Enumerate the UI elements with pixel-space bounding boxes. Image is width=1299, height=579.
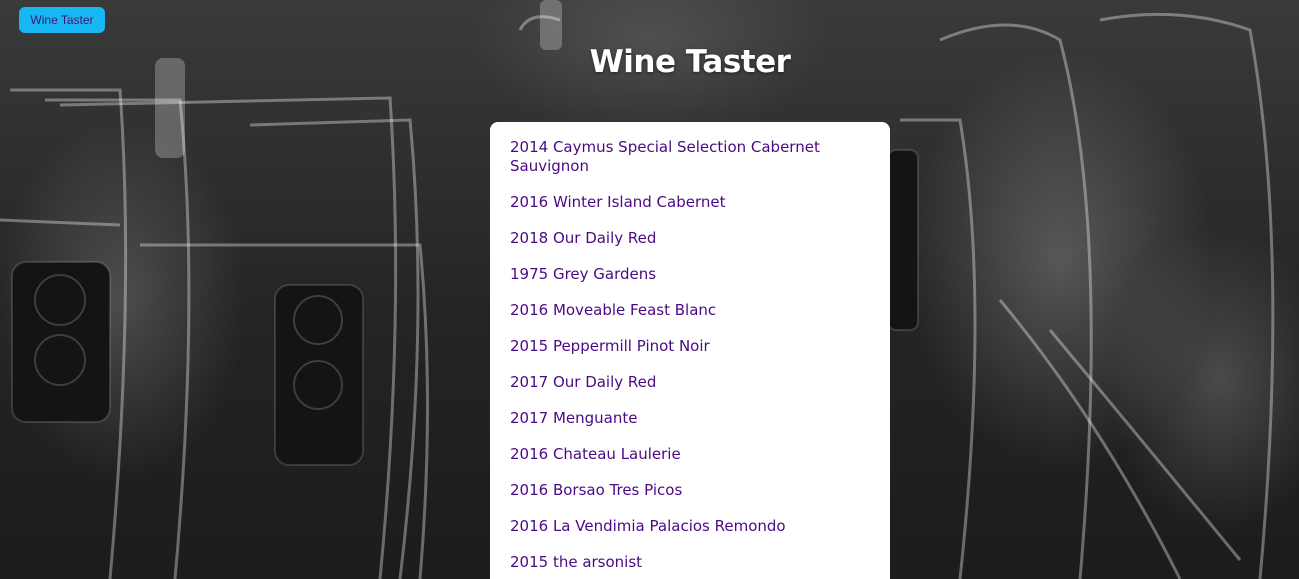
wine-list-card: 2014 Caymus Special Selection Cabernet S… [490,122,890,579]
wine-link[interactable]: 2018 Our Daily Red [510,229,656,248]
wine-list: 2014 Caymus Special Selection Cabernet S… [510,138,870,572]
wine-link[interactable]: 2016 Chateau Laulerie [510,445,681,464]
wine-link[interactable]: 2017 Menguante [510,409,637,428]
page-title: Wine Taster [589,44,791,80]
wine-list-item: 2018 Our Daily Red [510,228,870,248]
wine-link[interactable]: 2016 Moveable Feast Blanc [510,301,716,320]
wine-list-item: 2016 La Vendimia Palacios Remondo [510,516,870,536]
wine-link[interactable]: 2015 the arsonist [510,553,642,572]
wine-link[interactable]: 2016 Winter Island Cabernet [510,193,726,212]
wine-link[interactable]: 2014 Caymus Special Selection Cabernet S… [510,138,830,176]
wine-list-item: 2016 Winter Island Cabernet [510,192,870,212]
wine-list-item: 2016 Chateau Laulerie [510,444,870,464]
wine-link[interactable]: 1975 Grey Gardens [510,265,656,284]
wine-list-item: 2017 Menguante [510,408,870,428]
brand-button[interactable]: Wine Taster [19,7,105,33]
wine-list-item: 2015 the arsonist [510,552,870,572]
wine-list-item: 2017 Our Daily Red [510,372,870,392]
wine-list-item: 2016 Borsao Tres Picos [510,480,870,500]
wine-list-item: 2015 Peppermill Pinot Noir [510,336,870,356]
wine-list-item: 1975 Grey Gardens [510,264,870,284]
wine-link[interactable]: 2015 Peppermill Pinot Noir [510,337,710,356]
wine-list-item: 2014 Caymus Special Selection Cabernet S… [510,138,870,176]
wine-link[interactable]: 2017 Our Daily Red [510,373,656,392]
wine-link[interactable]: 2016 La Vendimia Palacios Remondo [510,517,786,536]
wine-link[interactable]: 2016 Borsao Tres Picos [510,481,682,500]
wine-list-item: 2016 Moveable Feast Blanc [510,300,870,320]
